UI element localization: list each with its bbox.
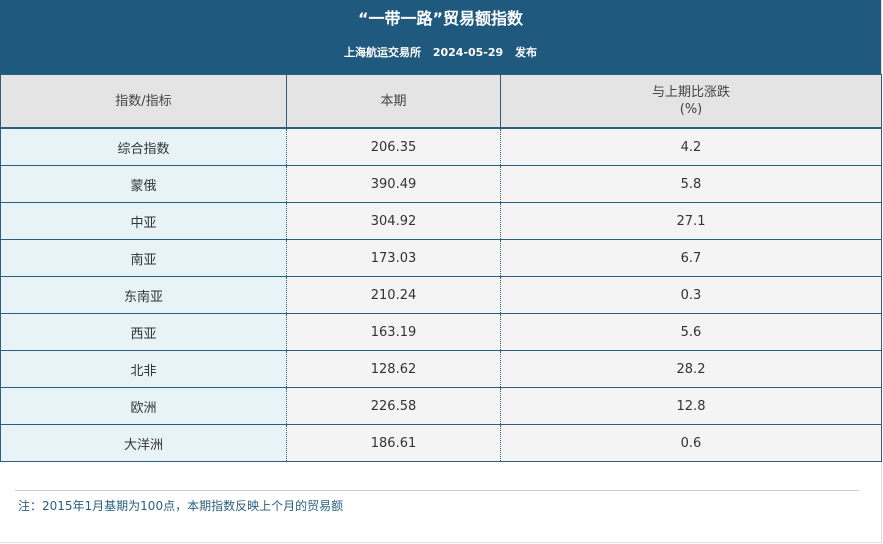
row-index-name: 大洋洲 xyxy=(0,424,287,462)
row-change-value: 5.8 xyxy=(500,165,882,203)
column-header-current: 本期 xyxy=(286,74,501,129)
table-row: 中亚 304.92 27.1 xyxy=(0,202,882,240)
row-change-value: 27.1 xyxy=(500,202,882,240)
column-header-change: 与上期比涨跌 (%) xyxy=(500,74,882,129)
row-current-value: 163.19 xyxy=(286,313,501,351)
table-row: 北非 128.62 28.2 xyxy=(0,350,882,388)
row-change-value: 4.2 xyxy=(500,128,882,166)
publish-date: 2024-05-29 xyxy=(432,46,504,59)
row-current-value: 210.24 xyxy=(286,276,501,314)
table-body: 综合指数 206.35 4.2 蒙俄 390.49 5.8 中亚 304.92 27.1 南亚 17… xyxy=(0,128,882,462)
table-row: 蒙俄 390.49 5.8 xyxy=(0,165,882,203)
row-index-name: 中亚 xyxy=(0,202,287,240)
column-header-change-unit: (%) xyxy=(679,102,703,117)
index-table: 指数/指标 本期 与上期比涨跌 (%) 综合指数 206.35 4.2 蒙俄 390.4… xyxy=(0,74,882,462)
page-title: “一带一路”贸易额指数 xyxy=(357,9,524,28)
row-index-name: 南亚 xyxy=(0,239,287,277)
row-index-name: 综合指数 xyxy=(0,128,287,166)
column-header-change-label: 与上期比涨跌 xyxy=(651,85,730,100)
row-change-value: 0.6 xyxy=(500,424,882,462)
table-row: 综合指数 206.35 4.2 xyxy=(0,128,882,166)
row-current-value: 173.03 xyxy=(286,239,501,277)
column-header-index: 指数/指标 xyxy=(0,74,287,129)
row-current-value: 206.35 xyxy=(286,128,501,166)
row-current-value: 128.62 xyxy=(286,350,501,388)
footnote: 注：2015年1月基期为100点，本期指数反映上个月的贸易额 xyxy=(18,499,344,513)
table-row: 西亚 163.19 5.6 xyxy=(0,313,882,351)
row-index-name: 东南亚 xyxy=(0,276,287,314)
row-index-name: 蒙俄 xyxy=(0,165,287,203)
index-panel: “一带一路”贸易额指数 上海航运交易所 2024-05-29 发布 指数/指标 … xyxy=(0,0,882,543)
row-change-value: 12.8 xyxy=(500,387,882,425)
table-row: 大洋洲 186.61 0.6 xyxy=(0,424,882,462)
row-change-value: 6.7 xyxy=(500,239,882,277)
row-change-value: 28.2 xyxy=(500,350,882,388)
table-row: 欧洲 226.58 12.8 xyxy=(0,387,882,425)
panel-header: “一带一路”贸易额指数 上海航运交易所 2024-05-29 发布 xyxy=(0,0,881,74)
publisher: 上海航运交易所 xyxy=(343,46,421,59)
row-current-value: 186.61 xyxy=(286,424,501,462)
row-current-value: 304.92 xyxy=(286,202,501,240)
row-index-name: 欧洲 xyxy=(0,387,287,425)
row-index-name: 北非 xyxy=(0,350,287,388)
footer-divider xyxy=(15,490,859,491)
table-header-row: 指数/指标 本期 与上期比涨跌 (%) xyxy=(0,74,882,129)
row-change-value: 0.3 xyxy=(500,276,882,314)
row-index-name: 西亚 xyxy=(0,313,287,351)
publish-label: 发布 xyxy=(515,46,538,59)
table-row: 东南亚 210.24 0.3 xyxy=(0,276,882,314)
table-row: 南亚 173.03 6.7 xyxy=(0,239,882,277)
publish-info: 上海航运交易所 2024-05-29 发布 xyxy=(0,45,881,61)
row-current-value: 226.58 xyxy=(286,387,501,425)
row-current-value: 390.49 xyxy=(286,165,501,203)
row-change-value: 5.6 xyxy=(500,313,882,351)
